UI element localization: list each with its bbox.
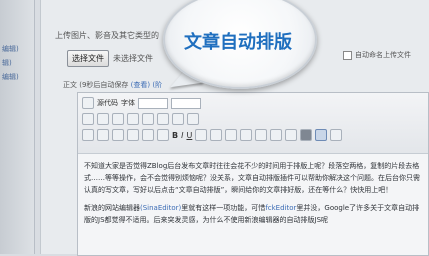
italic-button[interactable]: I [181, 131, 183, 140]
sidebar-link[interactable]: 编辑) [2, 44, 19, 54]
strike-icon[interactable] [195, 129, 208, 141]
auto-name-option[interactable]: 自动命名上传文件 [343, 50, 411, 60]
fckeditor-link[interactable]: fckEditor [265, 204, 296, 212]
editor-content[interactable]: 不知道大家是否觉得ZBlog后台发布文章时往往会花不少的时间用于排版上呢？段落空… [78, 154, 428, 238]
font-label: 字体 [121, 99, 135, 107]
sinaeditor-link[interactable]: (SinaEditor) [140, 204, 181, 212]
bold-button[interactable]: B [172, 131, 178, 140]
paste-icon[interactable] [112, 129, 124, 141]
extra-link[interactable]: (阶 [152, 81, 162, 89]
link-icon[interactable] [157, 113, 169, 125]
image-icon[interactable] [82, 113, 94, 125]
find-icon[interactable] [157, 129, 169, 141]
autosave-status: (9秒后自动保存 [79, 81, 129, 89]
unordered-list-icon[interactable] [255, 129, 268, 141]
auto-name-label: 自动命名上传文件 [355, 51, 411, 59]
editor-toolbar: 源代码 字体 B I U [78, 93, 428, 154]
align-center-icon[interactable] [315, 129, 328, 141]
copy-icon[interactable] [97, 129, 109, 141]
special-char-icon[interactable] [142, 113, 154, 125]
view-link[interactable]: (查看) [131, 81, 150, 89]
sidebar-link[interactable]: 编辑) [2, 72, 19, 82]
left-sidebar: 编辑) 辑) 编辑) [0, 0, 35, 254]
subscript-icon[interactable] [210, 129, 223, 141]
redo-icon[interactable] [142, 129, 154, 141]
callout-title: 文章自动排版 [184, 32, 292, 53]
file-upload-row: 选择文件 未选择文件 [67, 50, 153, 67]
underline-button[interactable]: U [186, 131, 192, 140]
rich-text-editor[interactable]: 源代码 字体 B I U 不知道大家是否觉得ZBlog后台发布文章时往往会花不少… [77, 92, 429, 256]
upload-hint: 上传图片、影音及其它类型的 [55, 31, 159, 40]
paragraph-text: 新浪的网站编辑器 [84, 204, 140, 212]
font-select[interactable] [138, 97, 168, 109]
size-select[interactable] [171, 97, 201, 109]
superscript-icon[interactable] [225, 129, 238, 141]
align-right-icon[interactable] [330, 129, 343, 141]
choose-file-button[interactable]: 选择文件 [67, 50, 109, 67]
content-paragraph: 新浪的网站编辑器(SinaEditor)里就有这样一项功能，可惜fckEdito… [84, 202, 422, 226]
unlink-icon[interactable] [172, 113, 184, 125]
align-left-icon[interactable] [300, 129, 313, 141]
source-icon[interactable] [82, 97, 94, 109]
smiley-icon[interactable] [127, 113, 139, 125]
ordered-list-icon[interactable] [240, 129, 253, 141]
flash-icon[interactable] [97, 113, 109, 125]
table-icon[interactable] [112, 113, 124, 125]
body-label: 正文 [63, 81, 77, 89]
file-status: 未选择文件 [113, 54, 153, 63]
source-button[interactable]: 源代码 [97, 98, 118, 108]
cut-icon[interactable] [82, 129, 94, 141]
indent-icon[interactable] [285, 129, 298, 141]
auto-name-checkbox[interactable] [343, 50, 352, 60]
anchor-icon[interactable] [187, 113, 199, 125]
paragraph-text: 里就有这样一项功能，可惜 [181, 204, 266, 212]
outdent-icon[interactable] [270, 129, 283, 141]
sidebar-link[interactable]: 辑) [2, 58, 12, 68]
body-field-label: 正文 (9秒后自动保存 (查看) (阶 [63, 80, 162, 90]
undo-icon[interactable] [127, 129, 139, 141]
content-paragraph: 不知道大家是否觉得ZBlog后台发布文章时往往会花不少的时间用于排版上呢？段落空… [84, 162, 420, 194]
